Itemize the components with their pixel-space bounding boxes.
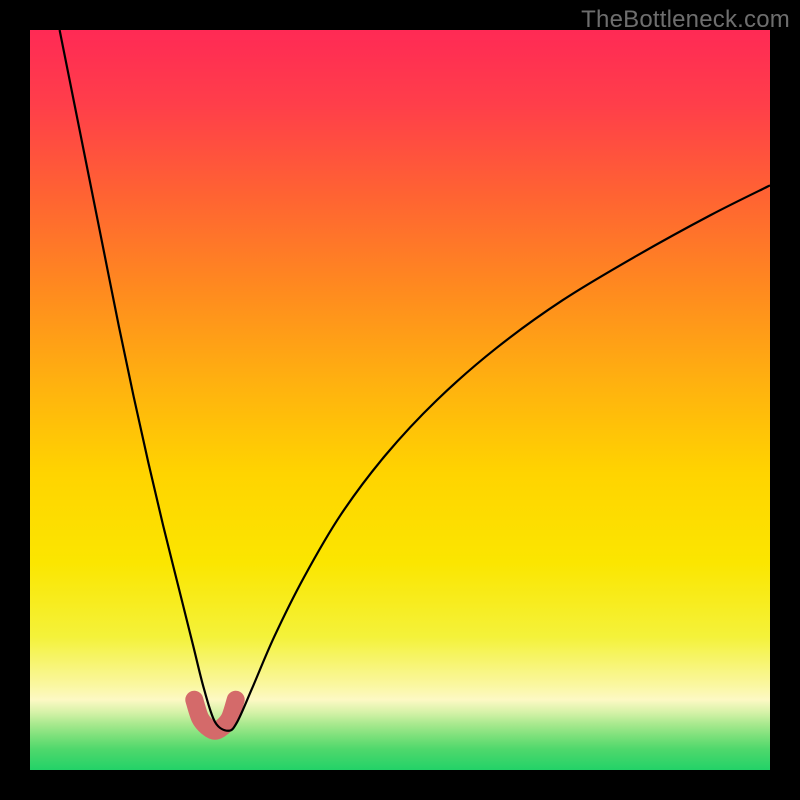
chart-frame: TheBottleneck.com bbox=[0, 0, 800, 800]
plot-area bbox=[30, 30, 770, 770]
highlight-curve bbox=[194, 700, 235, 731]
watermark-text: TheBottleneck.com bbox=[581, 6, 790, 34]
curve-layer bbox=[30, 30, 770, 770]
bottleneck-curve bbox=[60, 30, 770, 731]
